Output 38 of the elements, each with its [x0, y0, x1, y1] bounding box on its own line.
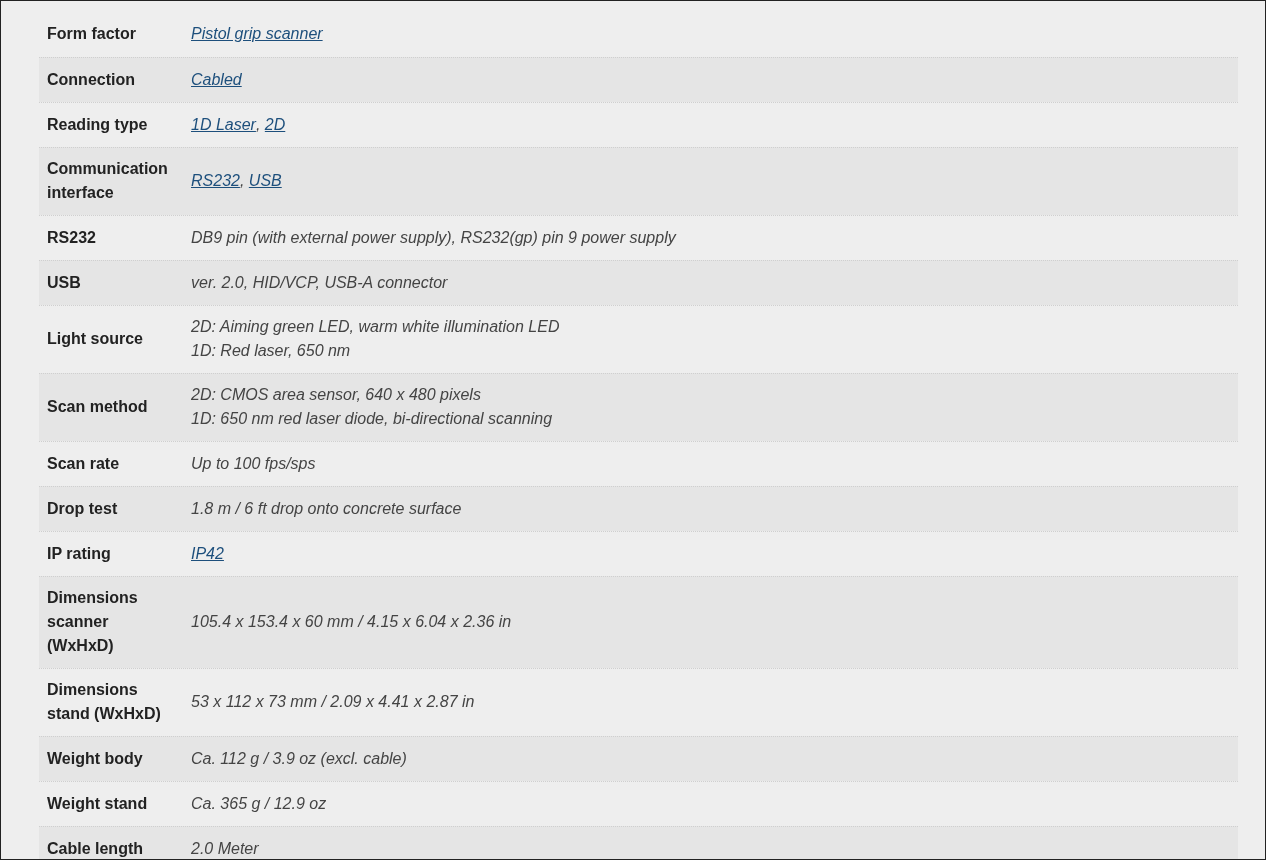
spec-value: 2.0 Meter [191, 838, 259, 859]
spec-label: Cable length [46, 838, 144, 859]
spec-label: Scan rate [46, 453, 121, 474]
spec-value: Up to 100 fps/sps [191, 453, 316, 474]
spec-link[interactable]: RS232 [191, 169, 240, 193]
spec-label: Dimensions stand (WxHxD) [46, 680, 162, 724]
spec-label: Drop test [46, 498, 119, 519]
spec-label: Scan method [46, 397, 149, 417]
spec-label: Weight body [46, 748, 144, 769]
spec-value: 1D: 650 nm red laser diode, bi-directional scanning [191, 409, 553, 429]
spec-value: , [239, 171, 246, 191]
spec-value: 105.4 x 153.4 x 60 mm / 4.15 x 6.04 x 2.36 in [191, 612, 512, 632]
spec-value: 2D: Aiming green LED, warm white illumination LED [191, 317, 560, 337]
spec-value: 1D: Red laser, 650 nm [191, 341, 351, 361]
spec-value: Ca. 365 g / 12.9 oz [191, 793, 327, 814]
spec-value: ver. 2.0, HID/VCP, USB-A connector [191, 272, 448, 293]
spec-label: Dimensions scanner (WxHxD) [46, 588, 139, 656]
spec-label: Weight stand [46, 793, 149, 814]
spec-label: Form factor [46, 24, 137, 44]
spec-link[interactable]: 2D [264, 112, 286, 137]
spec-link[interactable]: Pistol grip scanner [191, 22, 323, 46]
spec-value: DB9 pin (with external power supply), RS232(gp) pin 9 power supply [191, 227, 676, 248]
spec-label: Connection [46, 69, 136, 90]
spec-label: USB [46, 272, 82, 293]
spec-label: RS232 [46, 227, 97, 248]
spec-value: Ca. 112 g / 3.9 oz (excl. cable) [191, 748, 407, 769]
spec-value: , [255, 114, 262, 135]
spec-label: Reading type [46, 114, 149, 135]
spec-link[interactable]: USB [248, 169, 282, 193]
spec-value: 53 x 112 x 73 mm / 2.09 x 4.41 x 2.87 in [191, 692, 475, 712]
spec-link[interactable]: 1D Laser [191, 112, 256, 137]
spec-label: Light source [46, 329, 144, 349]
spec-value: 2D: CMOS area sensor, 640 x 480 pixels [191, 385, 481, 405]
spec-label: IP rating [46, 543, 112, 564]
spec-value: 1.8 m / 6 ft drop onto concrete surface [191, 498, 462, 519]
spec-link[interactable]: IP42 [191, 541, 224, 566]
spec-link[interactable]: Cabled [191, 67, 242, 92]
spec-label: Communication interface [46, 159, 169, 203]
